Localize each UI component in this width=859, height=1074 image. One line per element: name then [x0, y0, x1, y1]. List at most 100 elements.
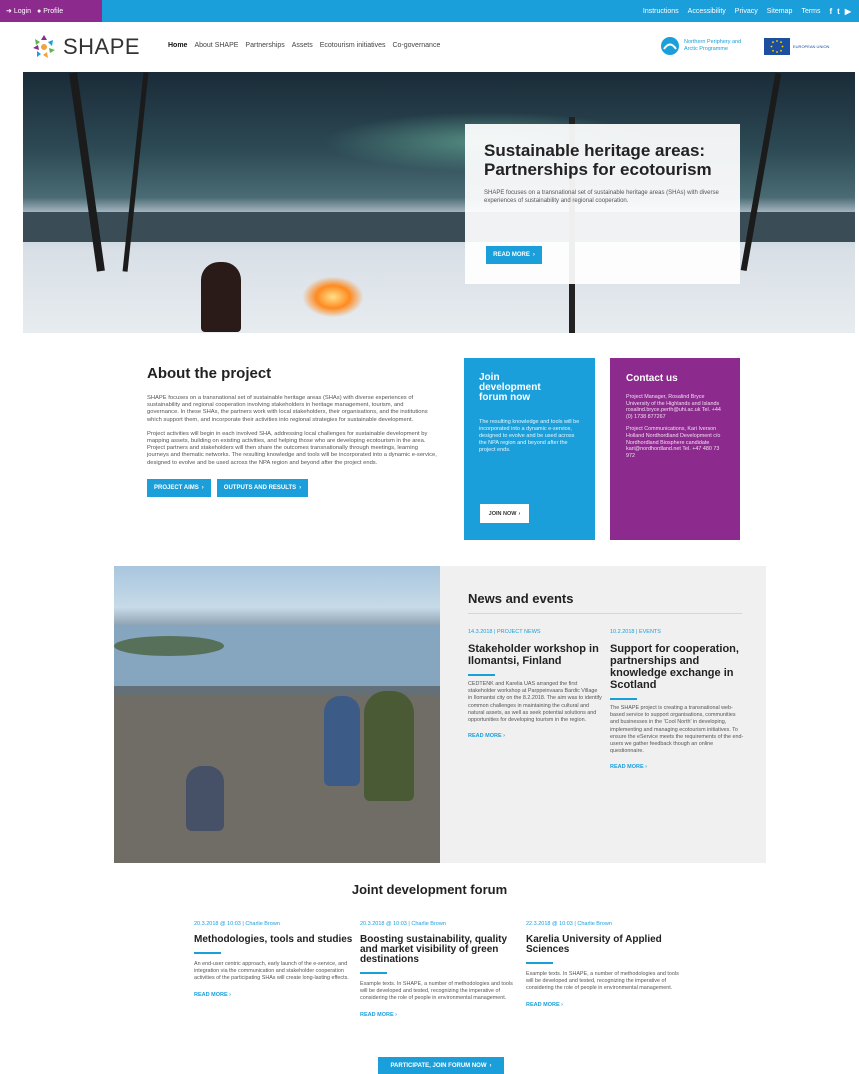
chevron-right-icon: › — [229, 991, 231, 998]
site-header: SHAPE Home About SHAPE Partnerships Asse… — [0, 22, 859, 72]
title-underline — [194, 952, 221, 954]
login-icon: ➜ — [6, 8, 12, 15]
outputs-results-button[interactable]: OUTPUTS AND RESULTS › — [216, 478, 309, 497]
news-item-text: The SHAPE project is creating a transnat… — [610, 705, 744, 755]
chevron-right-icon: › — [518, 510, 521, 517]
contact-communications: Project Communications, Kari Iverson Hol… — [626, 426, 721, 459]
nav-about-shape[interactable]: About SHAPE — [194, 42, 238, 49]
user-icon: ● — [37, 7, 42, 15]
news-item-title[interactable]: Support for cooperation, partnerships an… — [610, 643, 745, 691]
chevron-right-icon: › — [299, 484, 302, 491]
hero-text: SHAPE focuses on a transnational set of … — [484, 190, 719, 204]
contact-title: Contact us — [626, 373, 678, 384]
about-paragraph: Project activities will begin in each in… — [147, 430, 437, 466]
nav-assets[interactable]: Assets — [292, 42, 313, 49]
news-photo — [114, 566, 440, 863]
facebook-icon[interactable]: f — [830, 7, 833, 16]
join-now-button[interactable]: JOIN NOW › — [480, 504, 529, 523]
eu-flag-icon — [764, 38, 790, 55]
chevron-right-icon: › — [201, 484, 204, 491]
title-underline — [610, 698, 637, 700]
npa-emblem-icon — [661, 37, 679, 55]
news-read-more-link[interactable]: READ MORE › — [468, 733, 505, 739]
nav-ecotourism-initiatives[interactable]: Ecotourism initiatives — [320, 42, 386, 49]
news-read-more-link[interactable]: READ MORE › — [610, 764, 647, 770]
join-forum-box: Join development forum now The resulting… — [464, 358, 595, 540]
hero-person — [201, 262, 241, 332]
photo-child — [324, 696, 360, 786]
news-item-title[interactable]: Stakeholder workshop in Ilomantsi, Finla… — [468, 643, 603, 667]
nav-partnerships[interactable]: Partnerships — [245, 42, 284, 49]
accessibility-link[interactable]: Accessibility — [688, 8, 726, 15]
forum-meta: 22.3.2018 @ 10:03 | Charlie Brown — [526, 921, 612, 927]
eu-logo: EUROPEAN UNION — [764, 38, 841, 55]
hero-card: Sustainable heritage areas: Partnerships… — [465, 124, 740, 284]
forum-item-title[interactable]: Karelia University of Applied Sciences — [526, 935, 686, 955]
nav-co-governance[interactable]: Co-governance — [392, 42, 440, 49]
forum-title: Joint development forum — [351, 882, 508, 897]
forum-item-title[interactable]: Methodologies, tools and studies — [194, 935, 354, 945]
photo-adult — [364, 691, 414, 801]
logo-wordmark: SHAPE — [63, 34, 141, 59]
photo-island — [114, 636, 224, 656]
campfire — [303, 277, 363, 317]
chevron-right-icon: › — [532, 252, 535, 258]
main-nav: Home About SHAPE Partnerships Assets Eco… — [168, 42, 440, 49]
hero-read-more-button[interactable]: READ MORE › — [486, 246, 542, 264]
shape-logo-icon — [33, 35, 55, 58]
chevron-right-icon: › — [503, 733, 505, 740]
twitter-icon[interactable]: t — [837, 7, 840, 16]
contact-manager: Project Manager, Rosalind Bryce Universi… — [626, 394, 721, 420]
forum-meta: 20.3.2018 @ 10:03 | Charlie Brown — [360, 921, 446, 927]
join-forum-text: The resulting knowledge and tools will b… — [479, 419, 580, 453]
privacy-link[interactable]: Privacy — [735, 8, 758, 15]
top-bar: ➜ Login ● Profile Instructions Accessibili… — [0, 0, 859, 22]
project-aims-button[interactable]: PROJECT AIMS › — [147, 478, 211, 497]
eu-logo-text: EUROPEAN UNION — [793, 44, 830, 49]
utility-links: Instructions Accessibility Privacy Sitem… — [643, 0, 851, 22]
about-buttons: PROJECT AIMS › OUTPUTS AND RESULTS › — [147, 478, 437, 497]
sitemap-link[interactable]: Sitemap — [767, 8, 793, 15]
about-paragraph: SHAPE focuses on a transnational set of … — [147, 395, 428, 423]
forum-item: 20.3.2018 @ 10:03 | Charlie Brown Boosti… — [360, 921, 520, 1021]
instructions-link[interactable]: Instructions — [643, 8, 679, 15]
site-logo[interactable]: SHAPE — [31, 34, 140, 60]
forum-item-text: Example texts. In SHAPE, a number of met… — [526, 971, 679, 992]
forum-item-text: An end-user centric approach, early laun… — [194, 961, 349, 982]
npa-logo[interactable]: Northern Periphery and Arctic Programme — [660, 36, 744, 56]
chevron-right-icon: › — [561, 1001, 563, 1008]
forum-read-more-link[interactable]: READ MORE › — [194, 992, 231, 998]
forum-read-more-link[interactable]: READ MORE › — [360, 1012, 397, 1018]
account-links: ➜ Login ● Profile — [0, 0, 102, 22]
news-item: 10.2.2018 | EVENTS Support for cooperati… — [610, 629, 745, 773]
contact-box: Contact us Project Manager, Rosalind Bry… — [610, 358, 740, 540]
terms-link[interactable]: Terms — [801, 8, 820, 15]
profile-link[interactable]: ● Profile — [37, 8, 63, 15]
forum-item: 20.3.2018 @ 10:03 | Charlie Brown Method… — [194, 921, 354, 1001]
login-link[interactable]: ➜ Login — [6, 7, 31, 16]
npa-logo-text: Northern Periphery and Arctic Programme — [684, 39, 742, 52]
nav-home[interactable]: Home — [168, 42, 187, 49]
chevron-right-icon: › — [489, 1062, 492, 1069]
photo-sea — [114, 626, 440, 686]
forum-read-more-link[interactable]: READ MORE › — [526, 1002, 563, 1008]
photo-child — [186, 766, 224, 831]
chevron-right-icon: › — [645, 764, 647, 771]
join-forum-title: Join development forum now — [479, 372, 541, 403]
forum-meta: 20.3.2018 @ 10:03 | Charlie Brown — [194, 921, 280, 927]
title-underline — [468, 674, 495, 676]
news-item: 14.3.2018 | PROJECT NEWS Stakeholder wor… — [468, 629, 603, 742]
about-section: About the project SHAPE focuses on a tra… — [147, 365, 437, 497]
social-links: f t ▶ — [830, 7, 852, 16]
news-title: News and events — [468, 591, 574, 606]
forum-item: 22.3.2018 @ 10:03 | Charlie Brown Kareli… — [526, 921, 686, 1011]
news-meta: 10.2.2018 | EVENTS — [610, 629, 661, 635]
title-underline — [360, 972, 387, 974]
news-meta: 14.3.2018 | PROJECT NEWS — [468, 629, 541, 635]
forum-item-title[interactable]: Boosting sustainability, quality and mar… — [360, 935, 520, 965]
hero-title: Sustainable heritage areas: Partnerships… — [484, 141, 712, 179]
join-forum-button[interactable]: PARTICIPATE, JOIN FORUM NOW › — [378, 1057, 504, 1074]
news-item-text: CEDTENK and Karelia UAS arranged the fir… — [468, 681, 602, 724]
youtube-icon[interactable]: ▶ — [845, 7, 851, 16]
about-title: About the project — [147, 365, 272, 382]
